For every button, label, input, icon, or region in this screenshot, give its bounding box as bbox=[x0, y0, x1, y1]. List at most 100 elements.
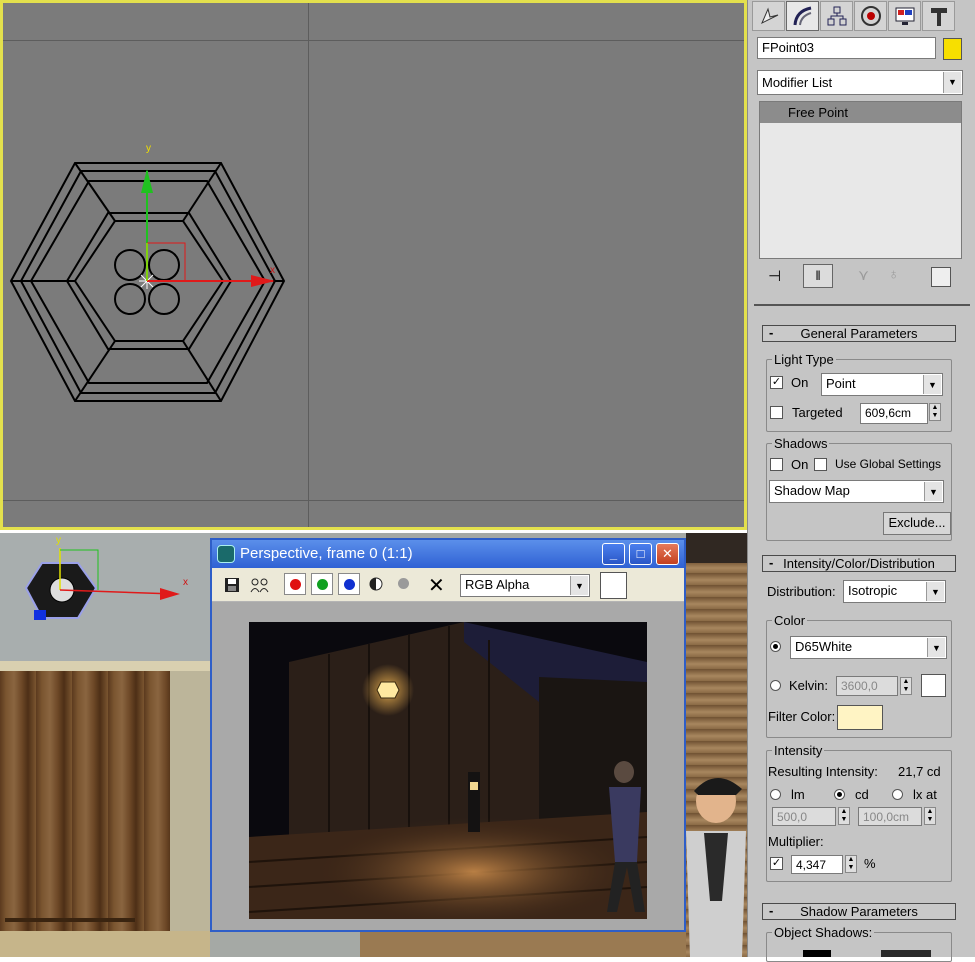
make-unique-icon[interactable]: ⋎ bbox=[858, 266, 869, 284]
color-preset-dropdown[interactable]: D65White ▼ bbox=[790, 636, 947, 659]
light-type-dropdown[interactable]: Point ▼ bbox=[821, 373, 943, 396]
rollout-title: General Parameters bbox=[800, 326, 918, 341]
channel-value: RGB Alpha bbox=[465, 577, 530, 592]
lx-label: lx at bbox=[913, 787, 937, 802]
collapse-icon: - bbox=[769, 555, 774, 570]
mono-icon[interactable] bbox=[369, 577, 383, 594]
render-toolbar: ✕ RGB Alpha ▼ bbox=[212, 568, 684, 602]
kelvin-radio[interactable] bbox=[770, 680, 781, 691]
lx-distance-spinner[interactable]: ▲ ▼ bbox=[924, 807, 936, 825]
close-button[interactable]: ✕ bbox=[656, 543, 679, 565]
collapse-icon: - bbox=[769, 325, 774, 340]
clear-icon[interactable]: ✕ bbox=[428, 573, 445, 598]
group-label: Color bbox=[772, 613, 808, 628]
multiplier-spinner[interactable]: ▲ ▼ bbox=[845, 855, 857, 873]
floor-planks bbox=[360, 928, 686, 957]
render-window-titlebar[interactable]: Perspective, frame 0 (1:1) _ □ ✕ bbox=[212, 540, 684, 568]
kelvin-spinner[interactable]: ▲ ▼ bbox=[900, 677, 912, 695]
divider bbox=[754, 304, 970, 306]
save-icon[interactable] bbox=[224, 577, 240, 596]
top-viewport[interactable]: y x bbox=[0, 0, 747, 530]
color-preset-radio[interactable] bbox=[770, 641, 781, 652]
distribution-label: Distribution: bbox=[767, 584, 836, 599]
object-color-swatch[interactable] bbox=[943, 38, 962, 60]
wall-strip bbox=[170, 671, 210, 957]
cd-radio[interactable] bbox=[834, 789, 845, 800]
channel-dropdown[interactable]: RGB Alpha ▼ bbox=[460, 574, 590, 597]
lm-spinner[interactable]: ▲ ▼ bbox=[838, 807, 850, 825]
door-threshold bbox=[5, 918, 135, 922]
create-tab[interactable] bbox=[752, 1, 785, 31]
target-distance-spinner[interactable]: ▲ ▼ bbox=[929, 403, 941, 421]
lx-distance-field[interactable]: 100,0cm bbox=[858, 807, 922, 826]
use-global-label: Use Global Settings bbox=[835, 457, 942, 471]
floor-strip bbox=[0, 931, 210, 957]
display-tab[interactable] bbox=[888, 1, 921, 31]
targeted-label: Targeted bbox=[792, 405, 843, 420]
maximize-button[interactable]: □ bbox=[629, 543, 652, 565]
configure-sets-icon[interactable] bbox=[931, 267, 951, 287]
motion-tab[interactable] bbox=[854, 1, 887, 31]
motion-icon bbox=[860, 6, 881, 26]
multiplier-label: Multiplier: bbox=[768, 834, 824, 849]
green-channel-icon[interactable] bbox=[311, 573, 333, 595]
light-on-checkbox[interactable]: ✓ bbox=[770, 376, 783, 389]
hierarchy-tab[interactable] bbox=[820, 1, 853, 31]
lx-radio[interactable] bbox=[892, 789, 903, 800]
pin-stack-icon[interactable]: ⊣ bbox=[768, 267, 781, 285]
show-end-result-icon[interactable]: ǁ bbox=[803, 264, 833, 288]
multiplier-checkbox[interactable]: ✓ bbox=[770, 857, 783, 870]
lm-value-field[interactable]: 500,0 bbox=[772, 807, 836, 826]
chevron-down-icon: ▼ bbox=[926, 582, 944, 601]
multiplier-field[interactable]: 4,347 bbox=[791, 855, 843, 874]
kelvin-field[interactable]: 3600,0 bbox=[836, 676, 898, 696]
exclude-button[interactable]: Exclude... bbox=[883, 512, 951, 535]
modify-tab[interactable] bbox=[786, 1, 819, 31]
blue-channel-icon[interactable] bbox=[338, 573, 360, 595]
filter-color-swatch[interactable] bbox=[837, 705, 883, 730]
app-icon bbox=[217, 545, 235, 563]
kelvin-label: Kelvin: bbox=[789, 678, 829, 693]
light-type-value: Point bbox=[826, 376, 856, 391]
shadow-map-field[interactable] bbox=[881, 950, 931, 957]
roof-edge bbox=[0, 661, 210, 671]
shadow-parameters-rollout[interactable]: - Shadow Parameters bbox=[762, 903, 956, 920]
background-color-swatch[interactable] bbox=[600, 572, 627, 599]
modifier-list-dropdown[interactable]: Modifier List ▼ bbox=[757, 70, 963, 95]
axis-y-label: y bbox=[146, 143, 151, 154]
resulting-intensity-value: 21,7 cd bbox=[898, 764, 941, 779]
stack-item[interactable]: Free Point bbox=[760, 102, 961, 123]
shadows-on-label: On bbox=[791, 457, 809, 472]
remove-modifier-icon[interactable]: ♁ bbox=[888, 266, 899, 283]
shadow-type-dropdown[interactable]: Shadow Map ▼ bbox=[769, 480, 944, 503]
kelvin-color-swatch[interactable] bbox=[921, 674, 946, 697]
object-name-field[interactable]: FPoint03 bbox=[757, 37, 936, 59]
target-distance-field[interactable]: 609,6cm bbox=[860, 403, 928, 424]
clone-icon[interactable] bbox=[250, 577, 270, 596]
targeted-checkbox[interactable] bbox=[770, 406, 783, 419]
group-label: Light Type bbox=[772, 352, 836, 367]
light-gizmo[interactable] bbox=[20, 538, 200, 628]
general-parameters-rollout[interactable]: - General Parameters bbox=[762, 325, 956, 342]
intensity-rollout[interactable]: - Intensity/Color/Distribution bbox=[762, 555, 956, 572]
alpha-icon[interactable] bbox=[398, 578, 409, 589]
lm-radio[interactable] bbox=[770, 789, 781, 800]
shadow-color-swatch[interactable] bbox=[803, 950, 831, 957]
shadow-type-value: Shadow Map bbox=[774, 483, 850, 498]
display-icon bbox=[895, 7, 914, 25]
modifier-list-label: Modifier List bbox=[762, 75, 833, 90]
chevron-down-icon: ▼ bbox=[570, 576, 588, 595]
utilities-tab[interactable] bbox=[922, 1, 955, 31]
render-window-title: Perspective, frame 0 (1:1) bbox=[240, 545, 413, 562]
modify-icon bbox=[793, 6, 811, 26]
minimize-button[interactable]: _ bbox=[602, 543, 625, 565]
rollout-title: Intensity/Color/Distribution bbox=[783, 556, 935, 571]
lamp-wireframe[interactable] bbox=[3, 3, 744, 527]
distribution-dropdown[interactable]: Isotropic ▼ bbox=[843, 580, 946, 603]
chevron-down-icon: ▼ bbox=[924, 482, 942, 501]
modifier-stack: Free Point bbox=[759, 101, 962, 259]
red-channel-icon[interactable] bbox=[284, 573, 306, 595]
chevron-down-icon: ▼ bbox=[927, 638, 945, 657]
shadows-on-checkbox[interactable] bbox=[770, 458, 783, 471]
use-global-checkbox[interactable] bbox=[814, 458, 827, 471]
